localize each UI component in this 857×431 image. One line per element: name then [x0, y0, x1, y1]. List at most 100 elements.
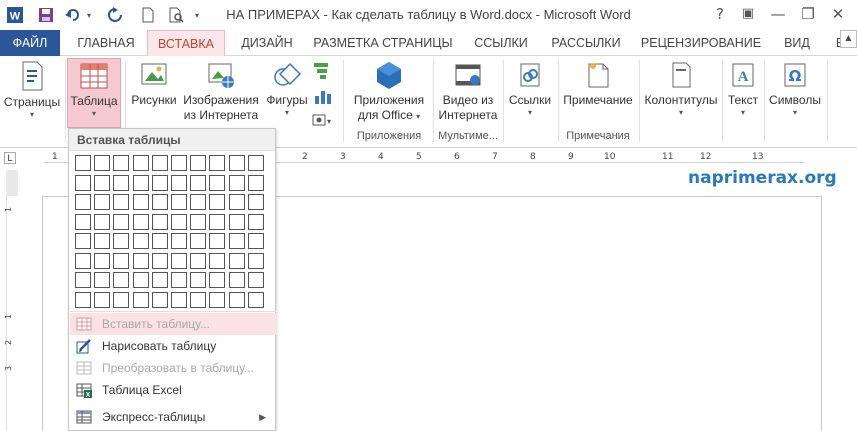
draw-table-item[interactable]: Нарисовать таблицу: [70, 335, 276, 357]
grid-cell[interactable]: [171, 291, 187, 308]
online-pictures-button[interactable]: Изображения из Интернета: [180, 58, 262, 123]
grid-cell[interactable]: [228, 272, 245, 288]
grid-cell[interactable]: [151, 213, 168, 230]
grid-cell[interactable]: [247, 174, 264, 191]
close-button[interactable]: ✕: [826, 4, 850, 24]
grid-cell[interactable]: [228, 252, 245, 269]
grid-cell[interactable]: [75, 155, 91, 171]
quick-tables-item[interactable]: Экспресс-таблицы ▶: [70, 406, 276, 428]
grid-cell[interactable]: [190, 213, 207, 230]
grid-cell[interactable]: [94, 194, 111, 210]
grid-cell[interactable]: [228, 194, 245, 210]
grid-cell[interactable]: [209, 174, 226, 191]
grid-cell[interactable]: [132, 174, 149, 191]
grid-cell[interactable]: [171, 155, 187, 171]
convert-to-table-item[interactable]: Преобразовать в таблицу...: [70, 357, 276, 379]
grid-cell[interactable]: [132, 233, 149, 249]
grid-cell[interactable]: [151, 291, 168, 308]
grid-cell[interactable]: [247, 252, 264, 269]
ribbon-display-button[interactable]: ▣: [736, 4, 760, 24]
grid-cell[interactable]: [75, 252, 91, 269]
tab-page-layout[interactable]: РАЗМЕТКА СТРАНИЦЫ: [308, 30, 458, 56]
grid-cell[interactable]: [209, 233, 226, 249]
tab-mailings[interactable]: РАССЫЛКИ: [544, 30, 628, 56]
grid-cell[interactable]: [132, 291, 149, 308]
insert-table-item[interactable]: Вставить таблицу...: [70, 313, 276, 335]
grid-cell[interactable]: [209, 194, 226, 210]
symbols-button[interactable]: Ω Символы ▾: [766, 58, 824, 118]
tab-home[interactable]: ГЛАВНАЯ: [68, 30, 144, 56]
grid-cell[interactable]: [228, 155, 245, 171]
tab-selector[interactable]: L: [4, 152, 16, 164]
grid-cell[interactable]: [209, 272, 226, 288]
grid-cell[interactable]: [190, 252, 207, 269]
grid-cell[interactable]: [113, 213, 130, 230]
apps-for-office-button[interactable]: Приложения для Office ▾: [348, 58, 430, 123]
grid-cell[interactable]: [113, 252, 130, 269]
restore-button[interactable]: ❐: [796, 4, 820, 24]
grid-cell[interactable]: [190, 174, 207, 191]
tab-references[interactable]: ССЫЛКИ: [466, 30, 536, 56]
grid-cell[interactable]: [190, 194, 207, 210]
grid-cell[interactable]: [190, 233, 207, 249]
grid-cell[interactable]: [113, 155, 130, 171]
grid-cell[interactable]: [228, 213, 245, 230]
grid-cell[interactable]: [94, 174, 111, 191]
smartart-icon[interactable]: [312, 60, 332, 80]
grid-cell[interactable]: [228, 233, 245, 249]
grid-cell[interactable]: [171, 233, 187, 249]
grid-cell[interactable]: [151, 272, 168, 288]
shapes-button[interactable]: Фигуры ▾: [262, 58, 312, 118]
tabs-scroll-button[interactable]: ▲: [840, 30, 857, 48]
grid-cell[interactable]: [94, 233, 111, 249]
grid-cell[interactable]: [151, 194, 168, 210]
grid-cell[interactable]: [75, 194, 91, 210]
grid-cell[interactable]: [171, 252, 187, 269]
grid-cell[interactable]: [209, 252, 226, 269]
grid-cell[interactable]: [171, 272, 187, 288]
excel-table-item[interactable]: X Таблица Excel: [70, 379, 276, 401]
tab-design[interactable]: ДИЗАЙН: [232, 30, 302, 56]
screenshot-icon[interactable]: ▾: [312, 112, 334, 128]
grid-cell[interactable]: [171, 174, 187, 191]
header-footer-button[interactable]: Колонтитулы ▾: [641, 58, 721, 118]
table-button[interactable]: Таблица ▾: [67, 58, 121, 128]
grid-cell[interactable]: [247, 272, 264, 288]
tab-view[interactable]: ВИД: [774, 30, 820, 56]
grid-cell[interactable]: [94, 291, 111, 308]
grid-cell[interactable]: [171, 194, 187, 210]
grid-cell[interactable]: [247, 194, 264, 210]
grid-cell[interactable]: [228, 291, 245, 308]
comment-button[interactable]: Примечание: [560, 58, 636, 108]
grid-cell[interactable]: [132, 155, 149, 171]
chart-icon[interactable]: [312, 86, 332, 106]
grid-cell[interactable]: [94, 213, 111, 230]
grid-cell[interactable]: [247, 233, 264, 249]
grid-cell[interactable]: [132, 272, 149, 288]
grid-cell[interactable]: [75, 272, 91, 288]
grid-cell[interactable]: [113, 272, 130, 288]
grid-cell[interactable]: [113, 233, 130, 249]
grid-cell[interactable]: [75, 174, 91, 191]
table-size-grid[interactable]: [75, 155, 271, 313]
grid-cell[interactable]: [151, 174, 168, 191]
online-video-button[interactable]: Видео из Интернета: [436, 58, 500, 123]
tab-file[interactable]: ФАЙЛ: [0, 30, 60, 56]
pages-button[interactable]: Страницы ▾: [2, 58, 62, 120]
grid-cell[interactable]: [190, 155, 207, 171]
grid-cell[interactable]: [190, 272, 207, 288]
grid-cell[interactable]: [247, 155, 264, 171]
grid-cell[interactable]: [94, 272, 111, 288]
grid-cell[interactable]: [94, 252, 111, 269]
grid-cell[interactable]: [94, 155, 111, 171]
grid-cell[interactable]: [247, 213, 264, 230]
grid-cell[interactable]: [209, 213, 226, 230]
grid-cell[interactable]: [151, 252, 168, 269]
grid-cell[interactable]: [190, 291, 207, 308]
grid-cell[interactable]: [75, 291, 91, 308]
grid-cell[interactable]: [247, 291, 264, 308]
grid-cell[interactable]: [151, 233, 168, 249]
grid-cell[interactable]: [209, 155, 226, 171]
grid-cell[interactable]: [171, 213, 187, 230]
minimize-button[interactable]: —: [766, 4, 790, 24]
